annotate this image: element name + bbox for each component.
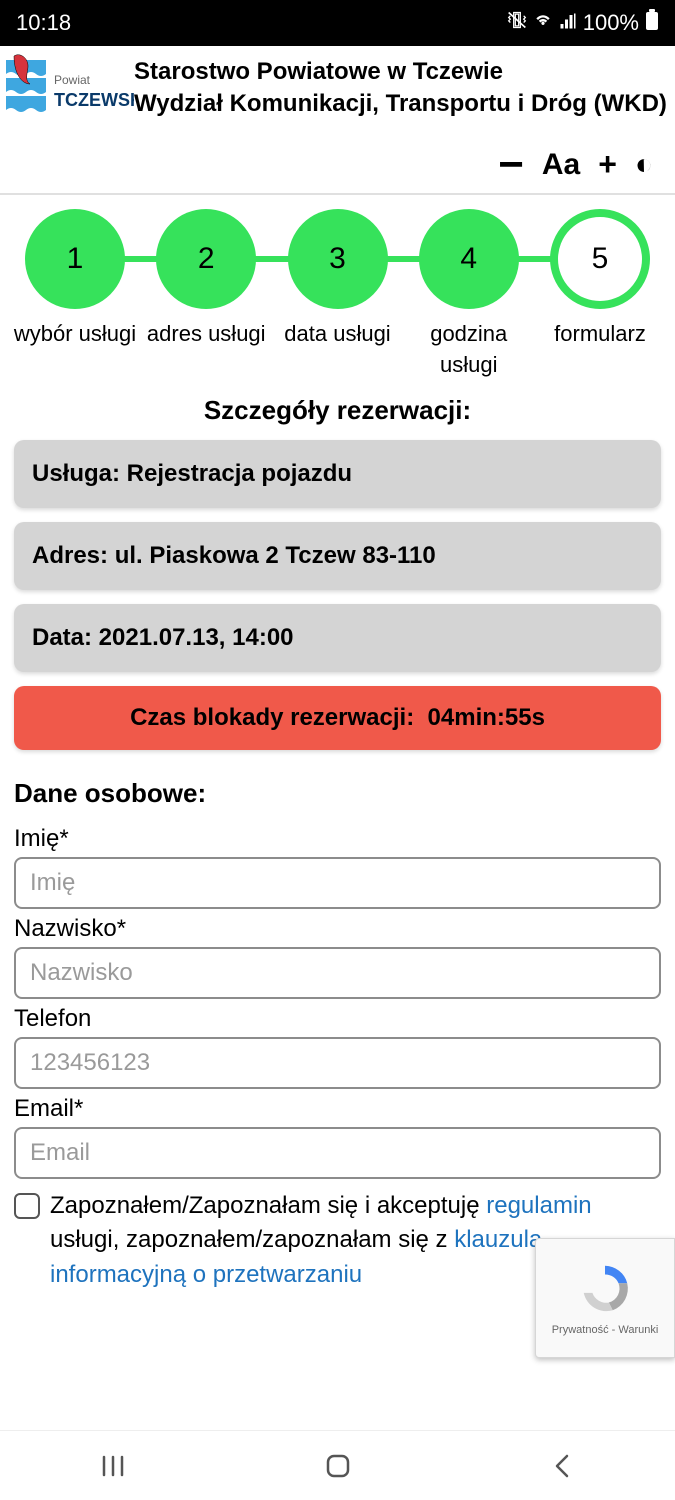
tczewski-logo: Powiat TCZEWSKI — [6, 52, 134, 138]
email-label: Email* — [14, 1095, 661, 1123]
details-heading: Szczegóły rezerwacji: — [0, 395, 675, 426]
consent-checkbox[interactable] — [14, 1193, 40, 1219]
step-1[interactable]: 1 wybór usługi — [12, 209, 138, 381]
battery-text: 100% — [583, 10, 639, 36]
divider — [0, 193, 675, 195]
reservation-timer: Czas blokady rezerwacji: 04min:55s — [14, 686, 661, 750]
recent-apps-button[interactable] — [93, 1446, 133, 1486]
battery-icon — [645, 9, 659, 37]
first-name-input[interactable] — [14, 857, 661, 909]
android-status-bar: 10:18 100% — [0, 0, 675, 46]
datetime-card: Data: 2021.07.13, 14:00 — [14, 604, 661, 672]
phone-label: Telefon — [14, 1005, 661, 1033]
font-decrease-button[interactable]: − — [498, 155, 524, 175]
font-size-label[interactable]: Aa — [542, 148, 580, 182]
service-card: Usługa: Rejestracja pojazdu — [14, 440, 661, 508]
address-card: Adres: ul. Piaskowa 2 Tczew 83-110 — [14, 522, 661, 590]
personal-data-form: Dane osobowe: Imię* Nazwisko* Telefon Em… — [0, 778, 675, 1293]
back-button[interactable] — [543, 1446, 583, 1486]
header-title: Starostwo Powiatowe w Tczewie Wydział Ko… — [134, 52, 669, 121]
step-5[interactable]: 5 formularz — [537, 209, 663, 381]
step-3[interactable]: 3 data usługi — [275, 209, 401, 381]
accessibility-toolbar: − Aa + ◐ — [0, 138, 675, 193]
android-nav-bar — [0, 1430, 675, 1500]
page-header: Powiat TCZEWSKI Starostwo Powiatowe w Tc… — [0, 46, 675, 138]
vibrate-icon — [507, 10, 527, 36]
home-button[interactable] — [318, 1446, 358, 1486]
last-name-label: Nazwisko* — [14, 915, 661, 943]
phone-input[interactable] — [14, 1037, 661, 1089]
form-heading: Dane osobowe: — [14, 778, 661, 809]
font-increase-button[interactable]: + — [598, 146, 617, 183]
wifi-icon — [533, 10, 553, 36]
step-4[interactable]: 4 godzina usługi — [406, 209, 532, 381]
recaptcha-badge[interactable]: Prywatność - Warunki — [535, 1238, 675, 1358]
contrast-toggle-button[interactable]: ◐ — [635, 148, 653, 182]
progress-stepper: 1 wybór usługi 2 adres usługi 3 data usł… — [0, 209, 675, 391]
signal-icon — [559, 10, 577, 36]
status-time: 10:18 — [16, 10, 71, 36]
first-name-label: Imię* — [14, 825, 661, 853]
recaptcha-footer: Prywatność - Warunki — [552, 1324, 659, 1336]
last-name-input[interactable] — [14, 947, 661, 999]
status-indicators: 100% — [507, 9, 659, 37]
step-2[interactable]: 2 adres usługi — [143, 209, 269, 381]
email-input[interactable] — [14, 1127, 661, 1179]
svg-text:TCZEWSKI: TCZEWSKI — [54, 90, 134, 110]
terms-link[interactable]: regulamin — [486, 1192, 591, 1219]
svg-text:Powiat: Powiat — [54, 73, 91, 87]
